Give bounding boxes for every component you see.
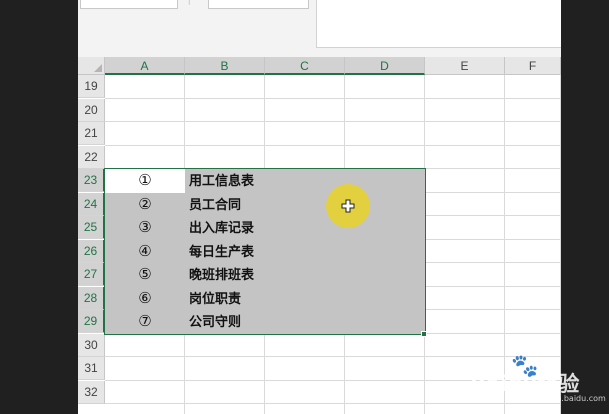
select-all-button[interactable] (78, 57, 105, 75)
select-all-triangle-icon (94, 64, 102, 72)
spreadsheet-app: ⁝ ABCDEF 19 20 21 22 23 24 25 26 27 28 29 30 31 32 ①用… (78, 0, 561, 414)
row-header-26[interactable]: 26 (78, 239, 105, 263)
row-header-23[interactable]: 23 (78, 169, 105, 192)
grid-row-line (105, 121, 561, 122)
name-box[interactable] (80, 0, 178, 9)
watermark-url: jingyan.baidu.com (532, 394, 606, 403)
formula-toolbar: ⁝ (78, 0, 561, 57)
row-header-25[interactable]: 25 (78, 216, 105, 239)
row-header-30[interactable]: 30 (78, 333, 105, 357)
video-frame-left (0, 0, 78, 414)
grid-row-line (105, 97, 561, 99)
function-box[interactable] (208, 0, 309, 9)
row-header-27[interactable]: 27 (78, 263, 105, 286)
column-header-d[interactable]: D (345, 57, 425, 75)
column-header-a[interactable]: A (105, 57, 185, 75)
row-header-31[interactable]: 31 (78, 357, 105, 380)
row-header-22[interactable]: 22 (78, 145, 105, 169)
column-header-c[interactable]: C (265, 57, 345, 75)
cross-cursor-icon (341, 199, 355, 213)
row-header-20[interactable]: 20 (78, 98, 105, 122)
fill-handle[interactable] (421, 331, 427, 337)
row-header-28[interactable]: 28 (78, 286, 105, 310)
column-header-b[interactable]: B (185, 57, 265, 75)
selection-border (104, 168, 426, 335)
watermark-text: Baidu经验 (470, 372, 580, 396)
baidu-watermark: 🐾 Baidu经验 jingyan.baidu.com (470, 356, 606, 404)
row-header-32[interactable]: 32 (78, 380, 105, 404)
namebox-dropdown-icon[interactable]: ⁝ (188, 0, 194, 7)
row-header-19[interactable]: 19 (78, 75, 105, 98)
row-header-24[interactable]: 24 (78, 192, 105, 216)
formula-input[interactable] (316, 0, 561, 48)
grid-row-line (105, 403, 561, 404)
grid-row-line (105, 144, 561, 146)
column-header-f[interactable]: F (505, 57, 561, 75)
column-header-e[interactable]: E (425, 57, 505, 75)
row-header-21[interactable]: 21 (78, 122, 105, 145)
row-header-29[interactable]: 29 (78, 310, 105, 333)
video-frame-right (561, 0, 609, 414)
